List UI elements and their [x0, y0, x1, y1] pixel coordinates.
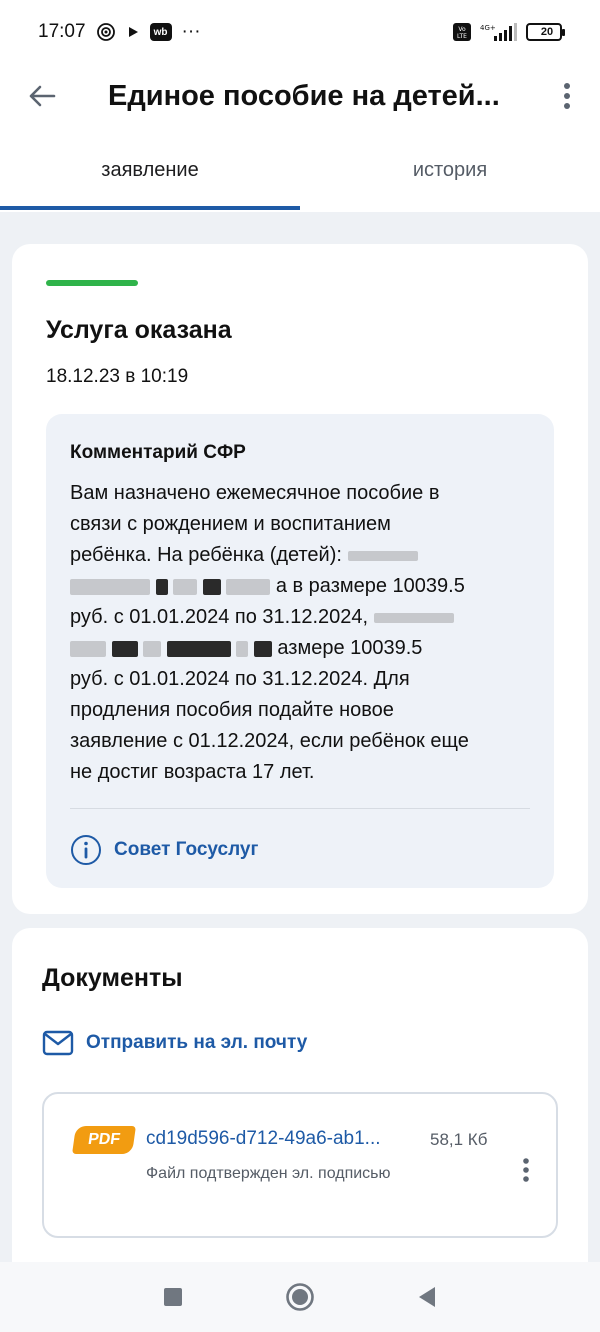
tab-application[interactable]: заявление — [0, 128, 300, 212]
comment-line-text: ребёнка. На ребёнка (детей): — [70, 544, 342, 566]
redacted-text — [202, 578, 221, 595]
svg-text:4G+: 4G+ — [480, 24, 496, 32]
arrow-left-icon — [29, 85, 56, 107]
triangle-left-icon — [418, 1287, 435, 1307]
pdf-file-icon: PDF — [72, 1126, 136, 1154]
svg-text:LTE: LTE — [457, 33, 467, 40]
back-nav-button[interactable] — [402, 1272, 452, 1322]
redacted-text — [166, 640, 231, 657]
documents-title: Документы — [42, 964, 183, 992]
redacted-text — [143, 640, 162, 657]
volte-icon: Vo LTE — [452, 22, 472, 42]
comment-line: не достиг возраста 17 лет. — [70, 761, 315, 783]
divider — [70, 808, 530, 809]
comment-line-text: азмере 10039.5 — [277, 637, 423, 659]
redacted-text — [155, 578, 168, 595]
file-size: 58,1 Кб — [430, 1130, 488, 1149]
more-options-button[interactable] — [552, 71, 582, 121]
signal-icon: 4G+ — [480, 22, 518, 42]
comment-box: Комментарий СФР Вам назначено ежемесячно… — [46, 414, 554, 888]
svg-text:Vo: Vo — [458, 26, 466, 33]
redacted-text — [226, 578, 271, 595]
redacted-text — [173, 578, 198, 595]
redacted-text — [236, 640, 249, 657]
more-notifications-icon: ··· — [181, 21, 201, 42]
mail-icon — [42, 1030, 74, 1056]
redacted-text — [70, 640, 106, 657]
wb-app-icon: wb — [149, 23, 172, 41]
battery-icon: 20 — [526, 23, 565, 41]
system-nav-bar — [0, 1262, 600, 1332]
redacted-text — [111, 640, 138, 657]
comment-line: а в размере 10039.5 — [70, 571, 530, 602]
comment-line: заявление с 01.12.2024, если ребёнок еще — [70, 730, 469, 752]
tab-bar: заявление история — [0, 128, 600, 212]
status-indicator-line — [46, 280, 138, 286]
advice-label: Совет Госуслуг — [114, 839, 259, 860]
documents-card: Документы Отправить на эл. почту PDF cd1… — [12, 928, 588, 1288]
comment-line-text: а в размере 10039.5 — [275, 575, 465, 597]
redacted-text — [347, 550, 418, 561]
status-date: 18.12.23 в 10:19 — [46, 366, 189, 387]
comment-line: ребёнка. На ребёнка (детей): — [70, 540, 530, 571]
hotspot-icon — [96, 22, 116, 42]
file-item[interactable]: PDF cd19d596-d712-49a6-ab1... 58,1 Кб Фа… — [42, 1092, 558, 1238]
send-email-button[interactable]: Отправить на эл. почту — [42, 1030, 307, 1056]
info-icon — [71, 835, 101, 865]
redacted-text — [70, 578, 150, 595]
file-signature-note: Файл подтвержден эл. подписью — [146, 1165, 391, 1182]
comment-line: Вам назначено ежемесячное пособие в — [70, 482, 440, 504]
comment-line: руб. с 01.01.2024 по 31.12.2024. Для — [70, 668, 410, 690]
more-vertical-icon — [523, 1158, 529, 1182]
redacted-text — [253, 640, 272, 657]
more-vertical-icon — [564, 83, 570, 109]
comment-title: Комментарий СФР — [70, 442, 246, 463]
advice-link[interactable]: Совет Госуслуг — [70, 834, 258, 866]
battery-level: 20 — [540, 26, 554, 38]
status-title: Услуга оказана — [46, 316, 232, 344]
play-icon — [126, 25, 140, 39]
comment-text: Вам назначено ежемесячное пособие в связ… — [70, 478, 530, 788]
file-more-button[interactable] — [516, 1150, 536, 1190]
tab-history[interactable]: история — [300, 128, 600, 212]
redacted-text — [373, 612, 454, 623]
comment-line: связи с рождением и воспитанием — [70, 513, 391, 535]
recents-button[interactable] — [148, 1272, 198, 1322]
page-title: Единое пособие на детей... — [108, 79, 500, 112]
comment-line: продления пособия подайте новое — [70, 699, 394, 721]
comment-line-text: руб. с 01.01.2024 по 31.12.2024, — [70, 606, 369, 628]
home-button[interactable] — [275, 1272, 325, 1322]
app-header: Единое пособие на детей... — [0, 64, 600, 128]
status-card: Услуга оказана 18.12.23 в 10:19 Коммента… — [12, 244, 588, 914]
square-icon — [164, 1288, 183, 1306]
back-button[interactable] — [12, 66, 72, 126]
comment-line: азмере 10039.5 — [70, 633, 530, 664]
comment-line: руб. с 01.01.2024 по 31.12.2024, — [70, 602, 530, 633]
status-bar: 17:07 wb ··· Vo LTE 4G+ 20 — [0, 0, 600, 64]
file-name[interactable]: cd19d596-d712-49a6-ab1... — [146, 1128, 416, 1150]
circle-icon — [286, 1283, 314, 1311]
status-time: 17:07 — [38, 21, 86, 42]
send-email-label: Отправить на эл. почту — [86, 1032, 308, 1053]
